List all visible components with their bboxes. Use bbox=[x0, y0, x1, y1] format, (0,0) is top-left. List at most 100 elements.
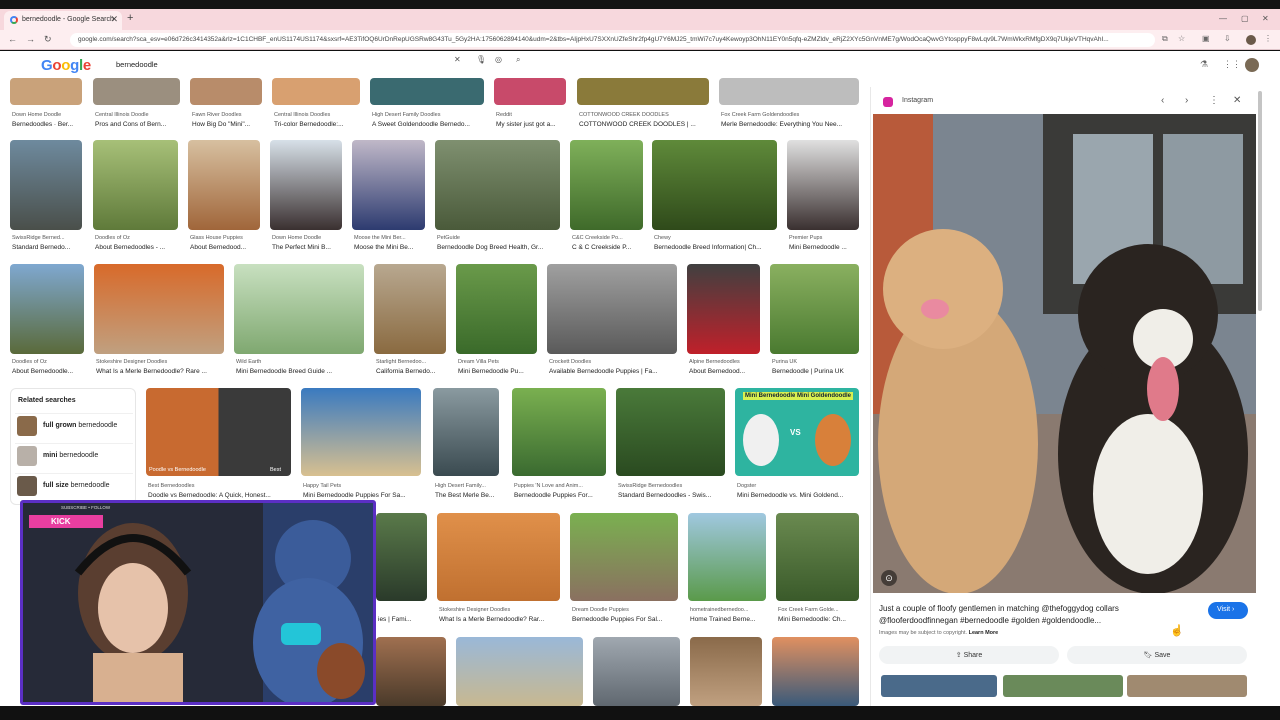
panel-scrollbar[interactable] bbox=[1258, 91, 1262, 311]
result-title[interactable]: Home Trained Berne... bbox=[690, 616, 768, 623]
related-item[interactable]: full grown bernedoodle bbox=[15, 413, 133, 437]
close-tab-icon[interactable]: ✕ bbox=[110, 14, 118, 25]
account-avatar[interactable] bbox=[1245, 58, 1259, 72]
lens-icon[interactable]: ◎ bbox=[495, 55, 502, 64]
menu-icon[interactable]: ⋮ bbox=[1264, 34, 1272, 43]
result-title[interactable]: The Best Merle Be... bbox=[435, 492, 503, 499]
result-image[interactable] bbox=[270, 140, 342, 230]
result-title[interactable]: California Bernedo... bbox=[376, 368, 448, 375]
minimize-icon[interactable]: — bbox=[1219, 14, 1227, 23]
related-image-thumb[interactable] bbox=[881, 675, 997, 697]
result-image[interactable] bbox=[577, 78, 709, 105]
more-options-icon[interactable]: ⋮ bbox=[1209, 95, 1219, 106]
result-image[interactable] bbox=[433, 388, 499, 476]
downloads-icon[interactable]: ⇩ bbox=[1224, 34, 1231, 43]
result-image[interactable] bbox=[570, 140, 643, 230]
tab-google-search[interactable]: bernedoodle - Google Search ✕ bbox=[4, 11, 122, 30]
result-image[interactable] bbox=[593, 637, 680, 706]
share-button[interactable]: ⇪ Share bbox=[879, 646, 1059, 664]
result-title[interactable]: C & C Creekside P... bbox=[572, 244, 645, 251]
maximize-icon[interactable]: ▢ bbox=[1241, 14, 1249, 23]
related-image-thumb[interactable] bbox=[1127, 675, 1247, 697]
result-image[interactable] bbox=[93, 78, 180, 105]
result-image[interactable] bbox=[456, 264, 537, 354]
related-image-thumb[interactable] bbox=[1003, 675, 1123, 697]
result-title[interactable]: ies | Fami... bbox=[378, 616, 428, 623]
result-image[interactable] bbox=[94, 264, 224, 354]
result-title[interactable]: About Bernedoodles - ... bbox=[95, 244, 180, 251]
related-item[interactable]: full size bernedoodle bbox=[15, 473, 133, 497]
search-icon[interactable]: ⌕ bbox=[516, 55, 520, 65]
result-title[interactable]: Mini Bernedoodle Puppies For Sa... bbox=[303, 492, 423, 499]
result-title[interactable]: Available Bernedoodle Puppies | Fa... bbox=[549, 368, 679, 375]
next-icon[interactable]: › bbox=[1185, 95, 1188, 106]
comparison-card-image[interactable]: Mini Bernedoodle Mini Goldendoodle VS bbox=[735, 388, 859, 476]
result-title[interactable]: About Bernedood... bbox=[190, 244, 262, 251]
clear-search-icon[interactable]: ✕ bbox=[454, 55, 461, 64]
result-image[interactable]: Poodle vs Bernedoodle Best bbox=[146, 388, 291, 476]
save-button[interactable]: 🔖︎ Save bbox=[1067, 646, 1247, 664]
result-title[interactable]: A Sweet Goldendoodle Bernedo... bbox=[372, 121, 486, 128]
result-image[interactable] bbox=[188, 140, 260, 230]
result-image[interactable] bbox=[770, 264, 859, 354]
result-image[interactable] bbox=[688, 513, 766, 601]
result-image[interactable] bbox=[787, 140, 859, 230]
related-item[interactable]: mini bernedoodle bbox=[15, 443, 133, 467]
result-image[interactable] bbox=[776, 513, 859, 601]
lens-overlay-icon[interactable]: ⊙ bbox=[881, 570, 897, 586]
labs-flask-icon[interactable]: ⚗ bbox=[1200, 59, 1208, 70]
extensions-icon[interactable]: ▣ bbox=[1202, 34, 1210, 43]
result-title[interactable]: Mini Bernedoodle Pu... bbox=[458, 368, 539, 375]
url-field[interactable]: google.com/search?sca_esv=e06d726c341435… bbox=[70, 33, 1155, 47]
result-image[interactable] bbox=[690, 637, 762, 706]
result-image[interactable] bbox=[10, 140, 82, 230]
learn-more-link[interactable]: Learn More bbox=[969, 630, 999, 636]
preview-image[interactable]: ⊙ bbox=[873, 114, 1256, 593]
result-image[interactable] bbox=[10, 264, 84, 354]
close-window-icon[interactable]: ✕ bbox=[1262, 14, 1269, 23]
result-image[interactable] bbox=[374, 264, 446, 354]
result-title[interactable]: The Perfect Mini B... bbox=[272, 244, 344, 251]
result-image[interactable] bbox=[494, 78, 566, 105]
bookmark-star-icon[interactable]: ☆ bbox=[1178, 34, 1185, 43]
apps-grid-icon[interactable]: ⋮⋮ bbox=[1223, 59, 1241, 70]
result-title[interactable]: Pros and Cons of Bern... bbox=[95, 121, 182, 128]
reload-icon[interactable]: ↻ bbox=[44, 34, 52, 45]
image-caption[interactable]: Just a couple of floofy gentlemen in mat… bbox=[879, 603, 1169, 627]
result-image[interactable] bbox=[352, 140, 425, 230]
result-image[interactable] bbox=[190, 78, 262, 105]
result-title[interactable]: Mini Bernedoodle vs. Mini Goldend... bbox=[737, 492, 861, 499]
result-title[interactable]: Moose the Mini Be... bbox=[354, 244, 427, 251]
translate-icon[interactable]: ⧉ bbox=[1162, 34, 1168, 44]
previous-icon[interactable]: ‹ bbox=[1161, 95, 1164, 106]
result-image[interactable] bbox=[437, 513, 560, 601]
result-image[interactable] bbox=[687, 264, 760, 354]
result-title[interactable]: Bernedoodle Dog Breed Health, Gr... bbox=[437, 244, 562, 251]
result-title[interactable]: About Bernedood... bbox=[689, 368, 762, 375]
result-image[interactable] bbox=[10, 78, 82, 105]
forward-icon[interactable]: → bbox=[26, 34, 35, 44]
result-title[interactable]: Bernedoodles · Ber... bbox=[12, 121, 84, 128]
result-title[interactable]: COTTONWOOD CREEK DOODLES | ... bbox=[579, 121, 711, 128]
result-image[interactable] bbox=[234, 264, 364, 354]
result-image[interactable] bbox=[570, 513, 678, 601]
search-input[interactable]: bernedoodle bbox=[106, 56, 534, 74]
result-title[interactable]: What Is a Merle Bernedoodle? Rare ... bbox=[96, 368, 226, 375]
result-title[interactable]: My sister just got a... bbox=[496, 121, 568, 128]
result-title[interactable]: Bernedoodle | Purina UK bbox=[772, 368, 861, 375]
result-title[interactable]: About Bernedoodle... bbox=[12, 368, 86, 375]
result-image[interactable] bbox=[512, 388, 606, 476]
result-title[interactable]: Standard Bernedoodles - Swis... bbox=[618, 492, 727, 499]
result-title[interactable]: Bernedoodle Puppies For... bbox=[514, 492, 610, 499]
result-title[interactable]: Merle Bernedoodle: Everything You Nee... bbox=[721, 121, 861, 128]
result-image[interactable] bbox=[301, 388, 421, 476]
result-image[interactable] bbox=[376, 637, 446, 706]
result-title[interactable]: Mini Bernedoodle: Ch... bbox=[778, 616, 861, 623]
result-image[interactable] bbox=[370, 78, 484, 105]
panel-source[interactable]: Instagram bbox=[902, 97, 933, 104]
result-title[interactable]: Standard Bernedo... bbox=[12, 244, 84, 251]
result-title[interactable]: Tri-color Bernedoodle:... bbox=[274, 121, 362, 128]
result-title[interactable]: Bernedoodle Breed Information| Ch... bbox=[654, 244, 779, 251]
new-tab-icon[interactable]: + bbox=[127, 12, 133, 24]
result-title[interactable]: What Is a Merle Bernedoodle? Rar... bbox=[439, 616, 562, 623]
